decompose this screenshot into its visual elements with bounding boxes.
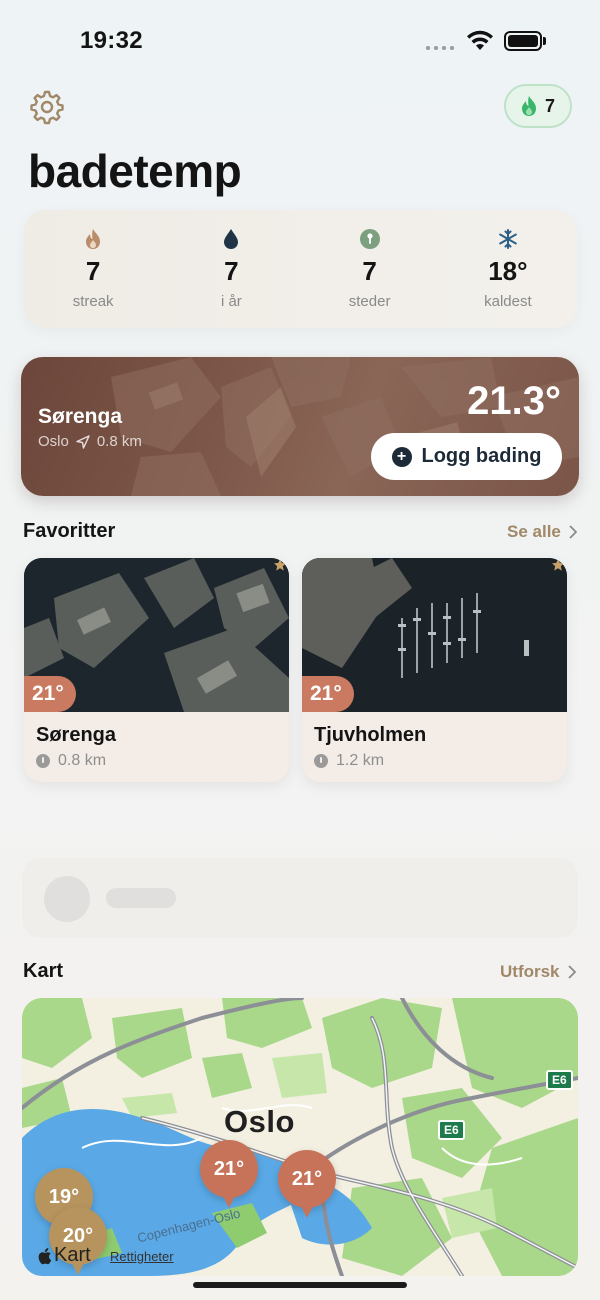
plus-circle-icon: + xyxy=(391,446,412,467)
map-attribution: Kart xyxy=(36,1244,91,1267)
favorite-name: Sørenga xyxy=(36,724,117,746)
distance-value: 0.8 km xyxy=(58,752,107,769)
star-icon xyxy=(274,559,286,571)
loading-placeholder-card xyxy=(22,858,578,938)
app-title: badetemp xyxy=(28,145,242,197)
map-temperature-pin[interactable]: 21° xyxy=(200,1140,258,1208)
favorite-card[interactable]: 21° Sørenga 0.8 km xyxy=(24,558,289,782)
map-temperature-pin[interactable]: 21° xyxy=(278,1150,336,1218)
battery-icon xyxy=(504,31,546,51)
chevron-right-icon xyxy=(569,525,577,539)
stats-card: 7 streak 7 i år 7 steder 18° kaldest xyxy=(24,210,577,328)
avatar-placeholder xyxy=(44,876,90,922)
water-temperature: 21.3° xyxy=(467,379,561,423)
apple-logo-icon xyxy=(38,1247,52,1264)
signal-icon xyxy=(426,46,454,50)
favorite-name: Tjuvholmen xyxy=(314,724,427,746)
location-arrow-icon xyxy=(76,434,90,449)
status-time: 19:32 xyxy=(80,27,143,54)
favorite-distance: 0.8 km xyxy=(36,752,106,770)
stat-label: kaldest xyxy=(484,293,532,310)
flame-icon xyxy=(86,229,101,249)
temperature-badge: 21° xyxy=(302,676,354,712)
status-bar: 19:32 xyxy=(0,0,600,80)
map-legal-link[interactable]: Rettigheter xyxy=(110,1249,174,1264)
location-pin-icon xyxy=(36,754,50,768)
stat-value: 7 xyxy=(224,256,239,286)
spot-name: Sørenga xyxy=(38,405,123,428)
wifi-icon xyxy=(467,30,493,50)
settings-gear-icon[interactable] xyxy=(28,88,66,126)
streak-badge[interactable]: 7 xyxy=(504,84,572,128)
stat-places: 7 steder xyxy=(301,210,439,328)
spot-distance: 0.8 km xyxy=(96,433,142,450)
flame-icon xyxy=(521,96,536,116)
pin-icon xyxy=(359,229,380,249)
stat-streak: 7 streak xyxy=(24,210,162,328)
spot-location: Oslo 0.8 km xyxy=(38,433,142,450)
favorite-card[interactable]: 21° Tjuvholmen 1.2 km xyxy=(302,558,567,782)
map-title: Kart xyxy=(23,960,64,982)
log-swim-button[interactable]: + Logg bading xyxy=(371,433,562,480)
spot-city: Oslo xyxy=(38,433,69,450)
highway-shield: E6 xyxy=(546,1070,573,1090)
stat-label: steder xyxy=(348,293,391,310)
stat-label: i år xyxy=(220,293,242,310)
stat-coldest: 18° kaldest xyxy=(439,210,577,328)
drop-icon xyxy=(224,229,239,249)
explore-link[interactable]: Utforsk xyxy=(500,962,576,982)
distance-value: 1.2 km xyxy=(336,752,385,769)
snowflake-icon xyxy=(499,229,517,249)
text-placeholder xyxy=(106,888,176,908)
temperature-badge: 21° xyxy=(24,676,76,712)
location-pin-icon xyxy=(314,754,328,768)
home-indicator[interactable] xyxy=(193,1282,407,1288)
stat-value: 7 xyxy=(362,256,377,286)
highway-shield: E6 xyxy=(438,1120,465,1140)
favorite-distance: 1.2 km xyxy=(314,752,384,770)
star-icon xyxy=(552,559,564,571)
see-all-link[interactable]: Se alle xyxy=(507,522,577,542)
stat-label: streak xyxy=(72,293,114,310)
explore-label: Utforsk xyxy=(500,962,560,981)
stat-value: 7 xyxy=(85,256,101,286)
see-all-label: Se alle xyxy=(507,522,561,541)
chevron-right-icon xyxy=(567,965,576,979)
log-swim-label: Logg bading xyxy=(421,445,542,467)
favorites-title: Favoritter xyxy=(23,520,116,542)
map-brand-label: Kart xyxy=(54,1244,91,1266)
streak-count: 7 xyxy=(544,95,555,116)
stat-value: 18° xyxy=(488,256,528,286)
nearest-spot-card[interactable]: Sørenga Oslo 0.8 km 21.3° + Logg bading xyxy=(21,357,579,496)
stat-this-year: 7 i år xyxy=(162,210,300,328)
map-city-label: Oslo xyxy=(224,1104,295,1139)
map-view[interactable]: Oslo Copenhagen-Oslo E6 E6 21° 21° 19° 2… xyxy=(22,998,578,1276)
